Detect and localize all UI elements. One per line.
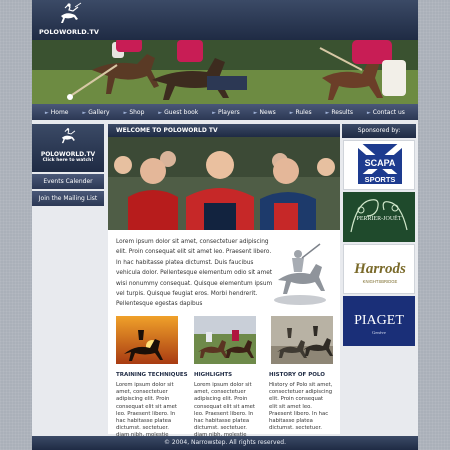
intro-text: Lorem ipsum dolor sit amet, consectetuer… <box>116 239 273 308</box>
training-techniques-title[interactable]: TRAINING TECHNIQUES <box>116 372 188 378</box>
nav-item-results[interactable]: ► Results <box>326 109 354 116</box>
nav-item-news[interactable]: ► News <box>254 109 276 116</box>
arrow-icon: ► <box>253 109 258 116</box>
nav-item-contact-us[interactable]: ► Contact us <box>367 109 405 116</box>
arrow-icon: ► <box>366 109 371 116</box>
events-calendar-button[interactable]: Events Calender <box>32 174 104 189</box>
nav-item-home[interactable]: ► Home <box>45 109 69 116</box>
page: POLOWORLD.TV ► Home ► Gallery ► Shop ► G… <box>32 0 418 450</box>
polo-statue-image <box>268 240 332 306</box>
header-banner-photo <box>32 40 418 104</box>
scapa-line1: SCAPA <box>365 158 396 168</box>
highlights-thumbnail[interactable] <box>194 316 256 364</box>
nav-item-gallery[interactable]: ► Gallery <box>82 109 109 116</box>
arrow-icon: ► <box>289 109 294 116</box>
promo-subtitle: Click here to watch! <box>42 158 94 163</box>
training-techniques-text: Lorem ipsum dolor sit amet, consectetuer… <box>116 382 177 438</box>
promo-title: POLOWORLD.TV <box>40 151 96 158</box>
history-of-polo-text: History of Polo sit amet, consectetuer a… <box>269 382 333 432</box>
nav-item-rules[interactable]: ► Rules <box>290 109 312 116</box>
sponsor-piaget[interactable]: PIAGET Genève <box>343 296 415 346</box>
arrow-icon: ► <box>158 109 163 116</box>
nav-item-players[interactable]: ► Players <box>212 109 240 116</box>
mailing-list-button[interactable]: Join the Mailing List <box>32 191 104 206</box>
training-thumbnail[interactable] <box>116 316 178 364</box>
main-content: WELCOME TO POLOWORLD TV Lorem ipsum dolo… <box>108 124 340 438</box>
sponsor-harrods[interactable]: Harrods KNIGHTSBRIDGE <box>343 244 415 294</box>
royals-photo <box>108 137 340 230</box>
header: POLOWORLD.TV <box>32 0 418 40</box>
nav-item-shop[interactable]: ► Shop <box>123 109 144 116</box>
history-thumbnail[interactable] <box>271 316 333 364</box>
highlights-title[interactable]: HIGHLIGHTS <box>194 372 232 378</box>
polo-player-icon <box>61 2 82 23</box>
piaget-line2: Genève <box>372 330 386 335</box>
sponsor-perrier-jouet[interactable]: PERRIER-JOUËT <box>343 192 415 242</box>
arrow-icon: ► <box>82 109 87 116</box>
piaget-line1: PIAGET <box>354 313 404 328</box>
left-sidebar: POLOWORLD.TV Click here to watch! Events… <box>32 124 104 206</box>
watch-tv-promo[interactable]: POLOWORLD.TV Click here to watch! <box>32 124 104 172</box>
harrods-line2: KNIGHTSBRIDGE <box>363 279 398 284</box>
sponsors-heading: Sponsored by: <box>342 124 416 138</box>
sponsors-sidebar: Sponsored by: SCAPA SPORTS PERRIER-JOUËT <box>342 124 416 346</box>
arrow-icon: ► <box>123 109 128 116</box>
main-nav: ► Home ► Gallery ► Shop ► Guest book ► Player… <box>32 104 418 120</box>
site-logo[interactable]: POLOWORLD.TV <box>34 2 104 40</box>
arrow-icon: ► <box>44 109 49 116</box>
perrier-line1: PERRIER-JOUËT <box>357 215 402 222</box>
highlights-text: Lorem ipsum dolor sit amet, consectetuer… <box>194 382 255 438</box>
logo-text: POLOWORLD.TV <box>38 28 100 36</box>
history-of-polo-title[interactable]: HISTORY OF POLO <box>269 372 325 378</box>
polo-player-icon <box>61 128 76 144</box>
welcome-heading: WELCOME TO POLOWORLD TV <box>108 124 340 137</box>
sponsor-scapa-sports[interactable]: SCAPA SPORTS <box>343 140 415 190</box>
scapa-line2: SPORTS <box>365 175 396 184</box>
arrow-icon: ► <box>325 109 330 116</box>
footer: © 2004, Narrowstep. All rights reserved. <box>32 436 418 450</box>
harrods-line1: Harrods <box>353 261 406 277</box>
nav-item-guest-book[interactable]: ► Guest book <box>158 109 198 116</box>
arrow-icon: ► <box>212 109 216 116</box>
